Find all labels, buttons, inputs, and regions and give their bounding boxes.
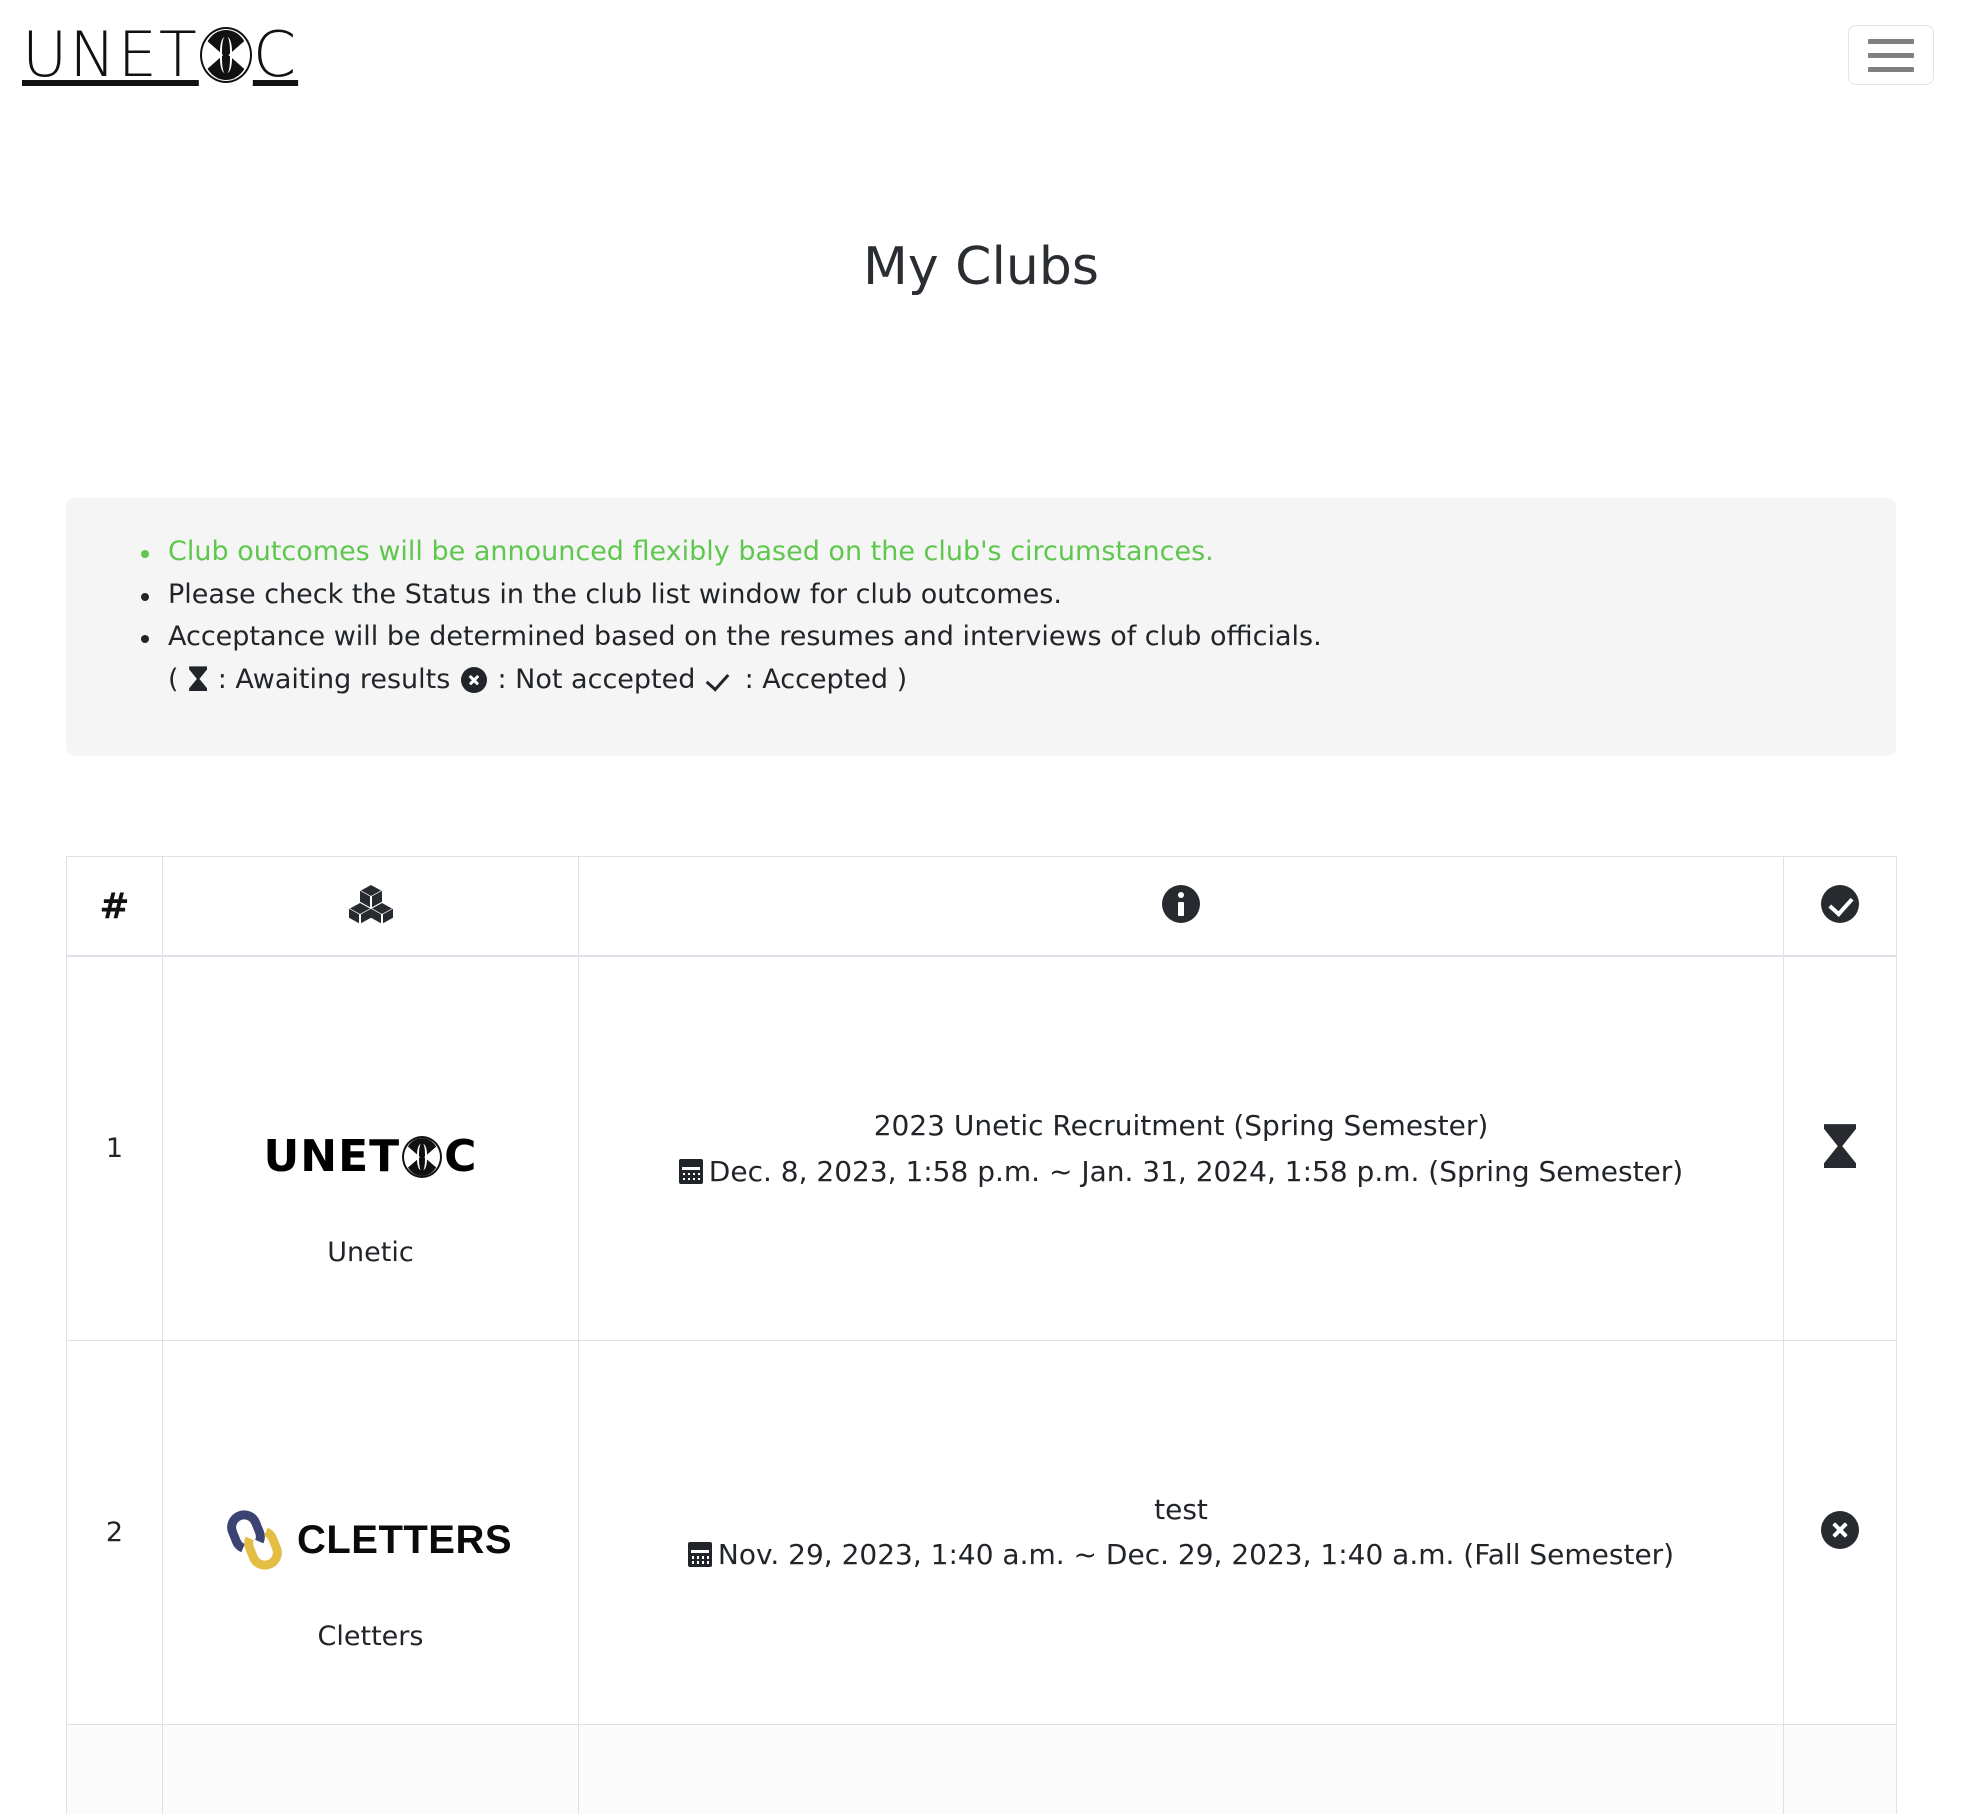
club-name: Unetic — [327, 1237, 414, 1269]
cletters-mark-icon — [221, 1505, 287, 1575]
row-status-cell — [1783, 1339, 1897, 1725]
my-clubs-table: # 1 UNET C Unetic 2023 Unetic Recruitmen… — [66, 855, 1897, 1814]
row-number — [66, 1723, 163, 1814]
column-header-number: # — [66, 855, 163, 958]
notice-item-2: Please check the Status in the club list… — [141, 579, 1840, 621]
unetic-logo-text-right: C — [444, 1131, 478, 1183]
brand-text-right: C — [252, 18, 299, 91]
recruitment-period: Nov. 29, 2023, 1:40 a.m. ~ Dec. 29, 2023… — [603, 1535, 1759, 1575]
legend-open-paren: ( — [168, 664, 179, 696]
check-circle-icon — [1821, 884, 1859, 923]
table-row[interactable]: 1 UNET C Unetic 2023 Unetic Recruitment … — [66, 955, 1897, 1341]
cubes-icon — [348, 884, 393, 924]
check-icon — [707, 668, 733, 690]
table-header-row: # — [66, 855, 1897, 958]
legend-accepted-label: : Accepted — [744, 664, 889, 696]
club-name: Cletters — [317, 1620, 424, 1652]
navbar: UNET C — [0, 0, 1962, 110]
club-logo-image: CLETTERS — [173, 1401, 568, 1621]
hash-label: # — [99, 885, 130, 927]
table-body: 1 UNET C Unetic 2023 Unetic Recruitment … — [66, 955, 1897, 1814]
row-status-cell — [1783, 955, 1897, 1341]
info-circle-icon — [1162, 884, 1200, 923]
legend-awaiting-label: : Awaiting results — [217, 664, 451, 696]
recruitment-title: test — [1154, 1492, 1208, 1526]
row-info-cell: test Nov. 29, 2023, 1:40 a.m. ~ Dec. 29,… — [578, 1339, 1784, 1725]
table-row[interactable]: 2 CLETTERS Cletters test Nov. 29, 2023, … — [66, 1339, 1897, 1725]
status-legend: ( : Awaiting results : Not accepted : Ac… — [168, 660, 1840, 701]
hourglass-glyph-icon — [402, 1136, 443, 1179]
recruitment-period: Dec. 8, 2023, 1:58 p.m. ~ Jan. 31, 2024,… — [603, 1152, 1759, 1192]
legend-not-accepted-label: : Not accepted — [497, 664, 696, 696]
cletters-logo-text: CLETTERS — [296, 1518, 513, 1563]
main-container: My Clubs Club outcomes will be announced… — [66, 236, 1897, 1814]
column-header-status — [1783, 855, 1897, 958]
unetic-logo-icon: UNET C — [264, 1135, 478, 1179]
times-circle-icon — [1821, 1510, 1859, 1549]
recruitment-period-text: Nov. 29, 2023, 1:40 a.m. ~ Dec. 29, 2023… — [717, 1538, 1675, 1572]
brand-text-left: UNET — [22, 18, 199, 91]
column-header-info — [578, 855, 1784, 958]
recruitment-title: 2023 Unetic Recruitment (Spring Semester… — [873, 1108, 1489, 1142]
calendar-icon — [678, 1158, 703, 1184]
notice-box: Club outcomes will be announced flexibly… — [66, 498, 1896, 756]
row-club-logo-cell[interactable]: CLETTERS Cletters — [162, 1339, 579, 1725]
row-info-cell — [578, 1723, 1784, 1814]
notice-item-3-text: Acceptance will be determined based on t… — [168, 621, 1322, 653]
table-head: # — [66, 855, 1897, 958]
hamburger-bar — [1868, 66, 1914, 72]
row-number: 1 — [66, 955, 163, 1341]
club-logo-image: UNET C — [173, 1017, 568, 1237]
row-club-logo-cell[interactable]: UNET C Unetic — [162, 955, 579, 1341]
row-info-cell: 2023 Unetic Recruitment (Spring Semester… — [578, 955, 1784, 1341]
row-status-cell — [1783, 1723, 1897, 1814]
row-number: 2 — [66, 1339, 163, 1725]
notice-item-1: Club outcomes will be announced flexibly… — [141, 536, 1840, 578]
hourglass-glyph-icon — [199, 27, 252, 83]
column-header-club — [162, 855, 579, 958]
brand-logo[interactable]: UNET C — [22, 24, 298, 86]
recruitment-period-text: Dec. 8, 2023, 1:58 p.m. ~ Jan. 31, 2024,… — [708, 1154, 1684, 1188]
hourglass-icon — [1824, 1124, 1856, 1169]
row-club-logo-cell[interactable] — [162, 1723, 579, 1814]
times-circle-icon — [460, 667, 487, 694]
legend-close-paren: ) — [896, 664, 908, 696]
notice-list: Club outcomes will be announced flexibly… — [122, 536, 1840, 711]
hamburger-bar — [1868, 38, 1914, 44]
calendar-icon — [687, 1542, 712, 1568]
table-row[interactable] — [66, 1723, 1897, 1814]
hourglass-icon — [189, 666, 208, 692]
hamburger-bar — [1868, 52, 1914, 58]
cletters-logo-icon: CLETTERS — [221, 1505, 513, 1575]
navbar-toggler-button[interactable] — [1848, 25, 1934, 85]
unetic-logo-text-left: UNET — [263, 1131, 401, 1183]
page-title: My Clubs — [863, 237, 1099, 297]
notice-item-3: Acceptance will be determined based on t… — [141, 621, 1840, 712]
